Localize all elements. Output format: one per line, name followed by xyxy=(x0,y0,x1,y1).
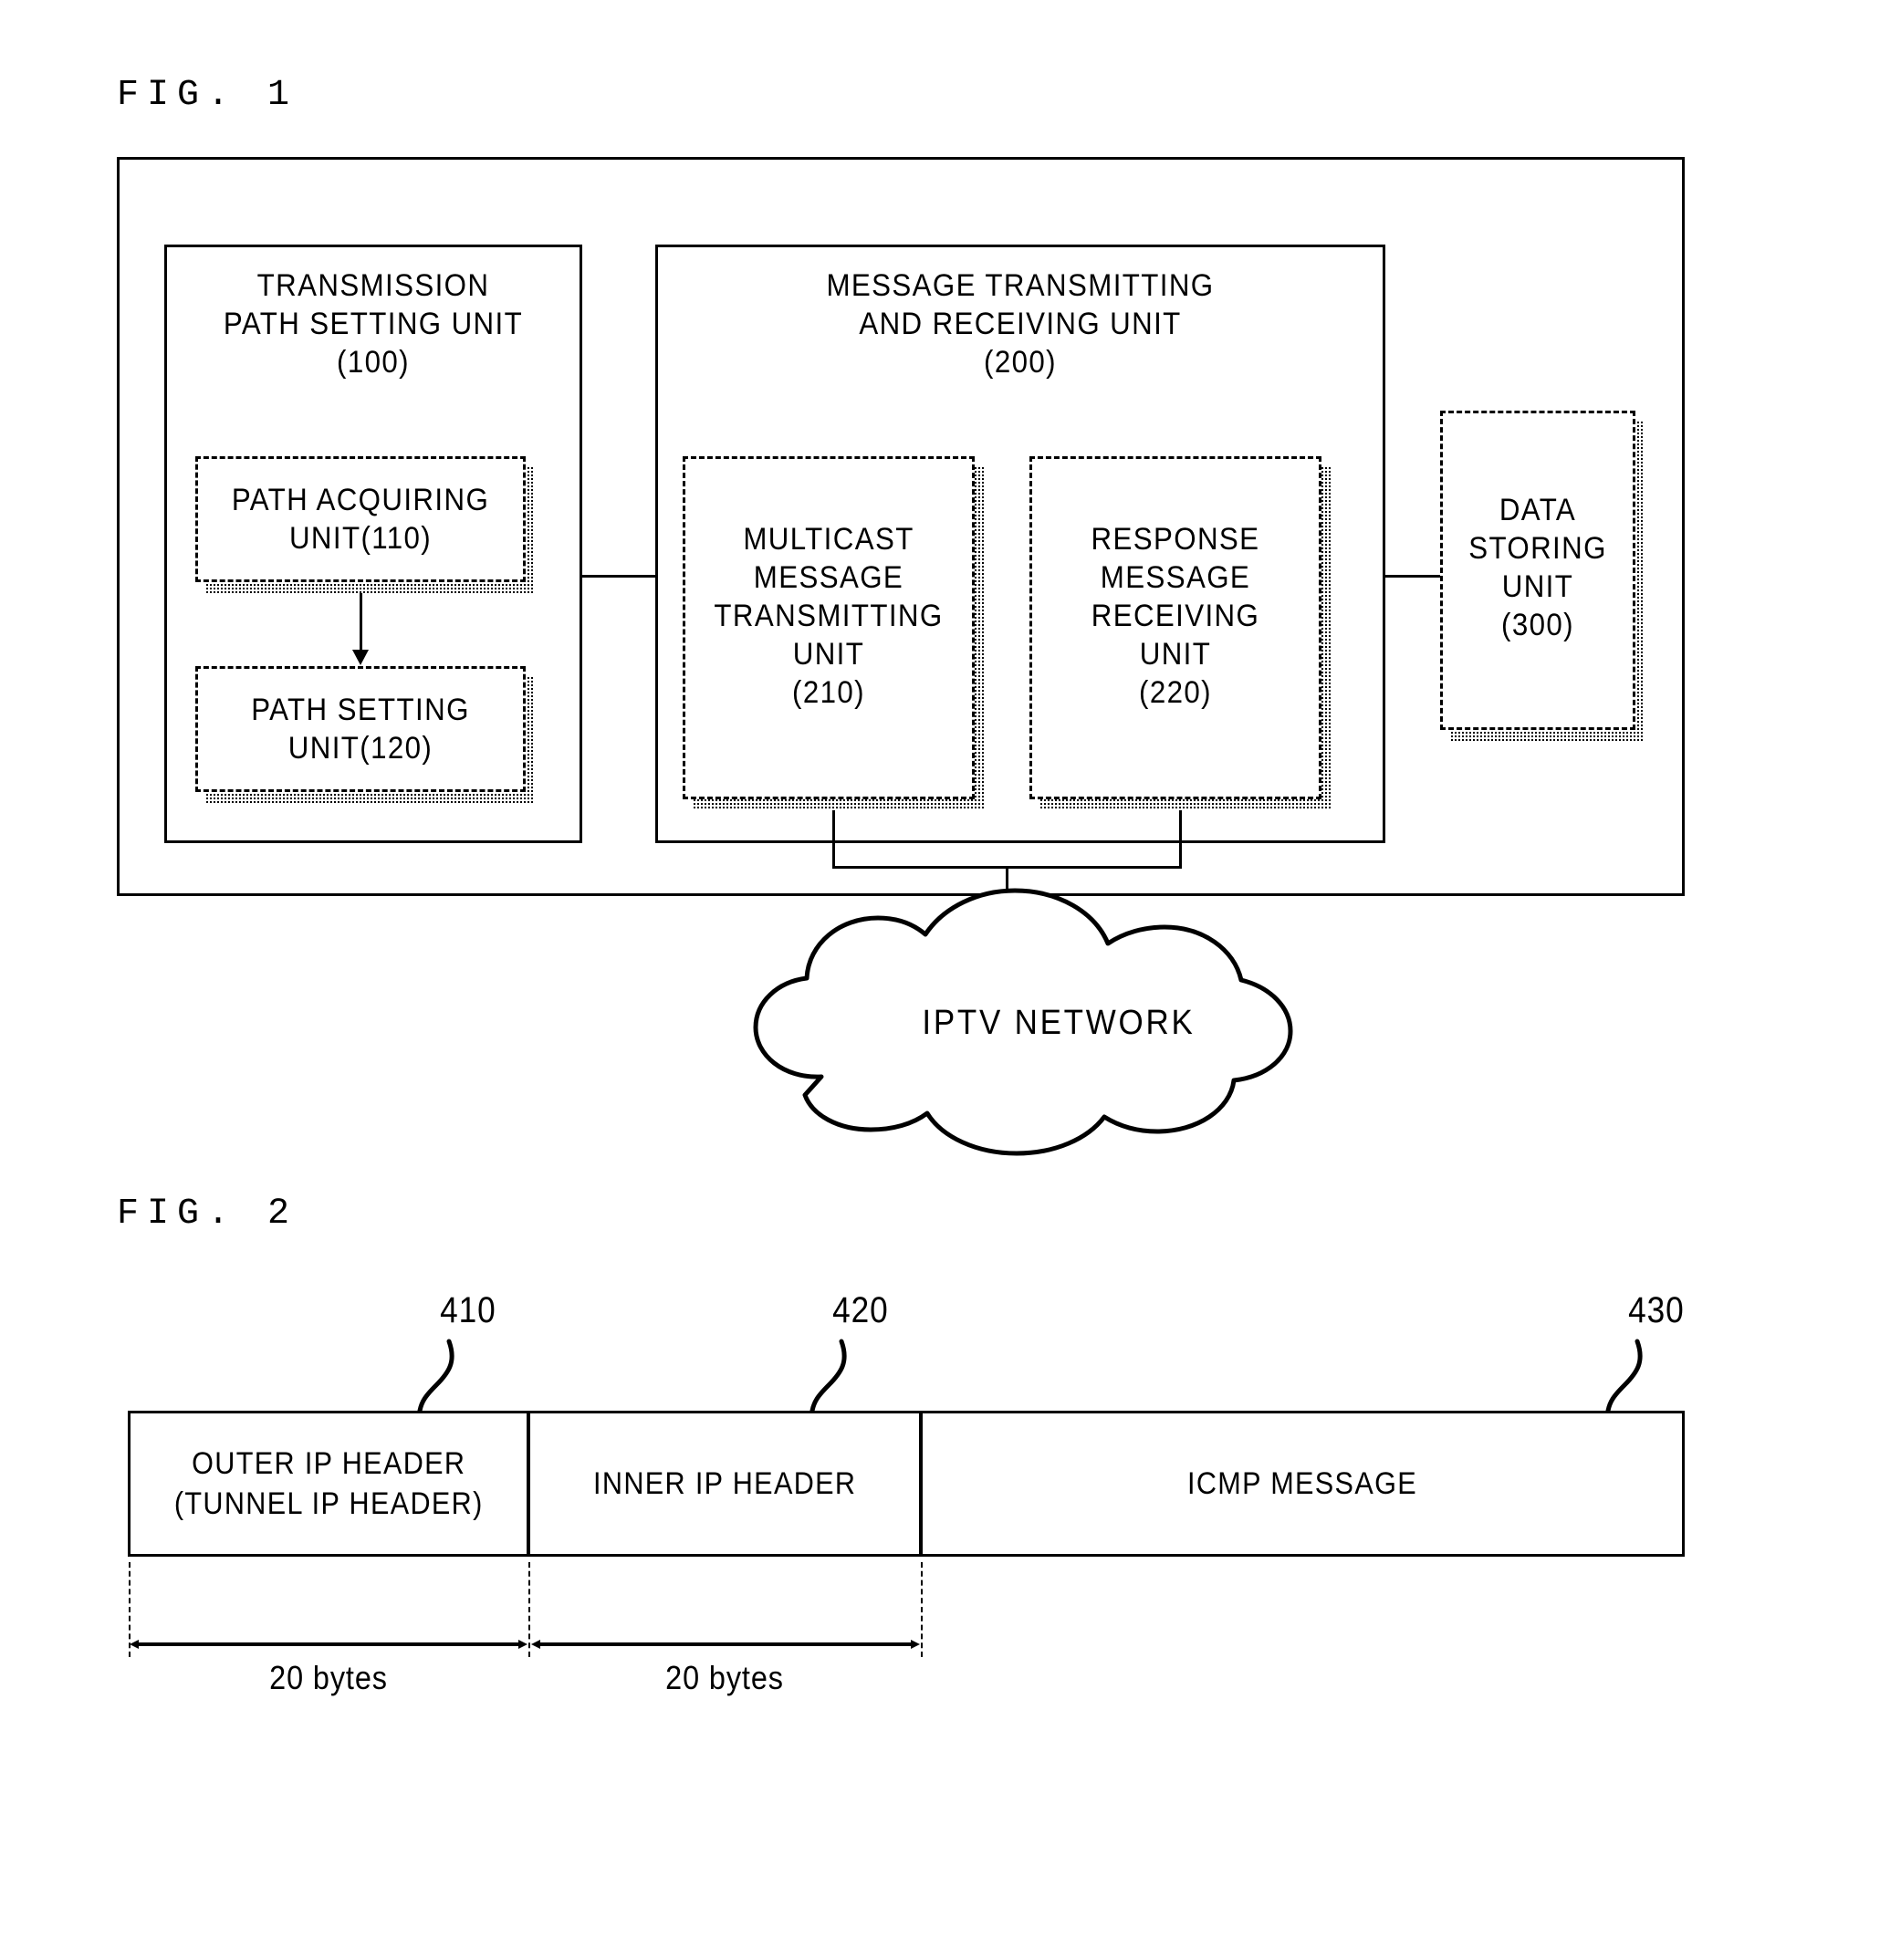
dimension-extension-line-left xyxy=(129,1562,131,1657)
dimension-extension-line-middle xyxy=(528,1562,530,1657)
connector-unit100-unit200 xyxy=(582,575,657,578)
dimension-extension-line-right xyxy=(921,1562,923,1657)
packet-field-icmp-message-label: ICMP MESSAGE xyxy=(1187,1466,1417,1501)
connector-bus-network-cloud xyxy=(1006,866,1008,975)
message-transmitting-receiving-unit-label: MESSAGE TRANSMITTING AND RECEIVING UNIT … xyxy=(826,268,1215,380)
packet-field-inner-ip-header-label: INNER IP HEADER xyxy=(592,1466,857,1501)
network-cloud-label: IPTV NETWORK xyxy=(922,1004,1196,1042)
packet-field-inner-ip-header[interactable]: INNER IP HEADER xyxy=(527,1411,922,1557)
path-acquiring-to-path-setting-arrowhead xyxy=(352,650,369,665)
figure-2-caption: FIG. 2 xyxy=(117,1194,298,1235)
path-setting-unit-label: PATH SETTING UNIT(120) xyxy=(251,693,470,766)
packet-field-outer-ip-header[interactable]: OUTER IP HEADER (TUNNEL IP HEADER) xyxy=(128,1411,529,1557)
dimension-label-inner-header: 20 bytes xyxy=(665,1659,784,1696)
transmission-path-setting-unit-label: TRANSMISSION PATH SETTING UNIT (100) xyxy=(223,268,524,380)
figure-1-caption: FIG. 1 xyxy=(117,75,298,116)
reference-numeral-410: 410 xyxy=(440,1290,496,1330)
patent-drawing-sheet: FIG. 1 TRANSMISSION PATH SETTING UNIT (1… xyxy=(0,0,1880,1960)
multicast-message-transmitting-unit-label: MULTICAST MESSAGE TRANSMITTING UNIT (210… xyxy=(714,522,944,710)
packet-field-outer-ip-header-label: OUTER IP HEADER (TUNNEL IP HEADER) xyxy=(173,1446,484,1521)
path-acquiring-unit-label: PATH ACQUIRING UNIT(110) xyxy=(231,483,490,556)
connector-unit200-unit300 xyxy=(1385,575,1440,578)
data-storing-unit-label: DATA STORING UNIT (300) xyxy=(1468,493,1607,642)
path-acquiring-to-path-setting-connector xyxy=(360,593,362,655)
reference-numeral-420: 420 xyxy=(832,1290,889,1330)
packet-field-icmp-message[interactable]: ICMP MESSAGE xyxy=(920,1411,1685,1557)
reference-numeral-430: 430 xyxy=(1628,1290,1685,1330)
response-message-receiving-unit-label: RESPONSE MESSAGE RECEIVING UNIT (220) xyxy=(1091,522,1260,710)
dimension-label-outer-header: 20 bytes xyxy=(269,1659,388,1696)
